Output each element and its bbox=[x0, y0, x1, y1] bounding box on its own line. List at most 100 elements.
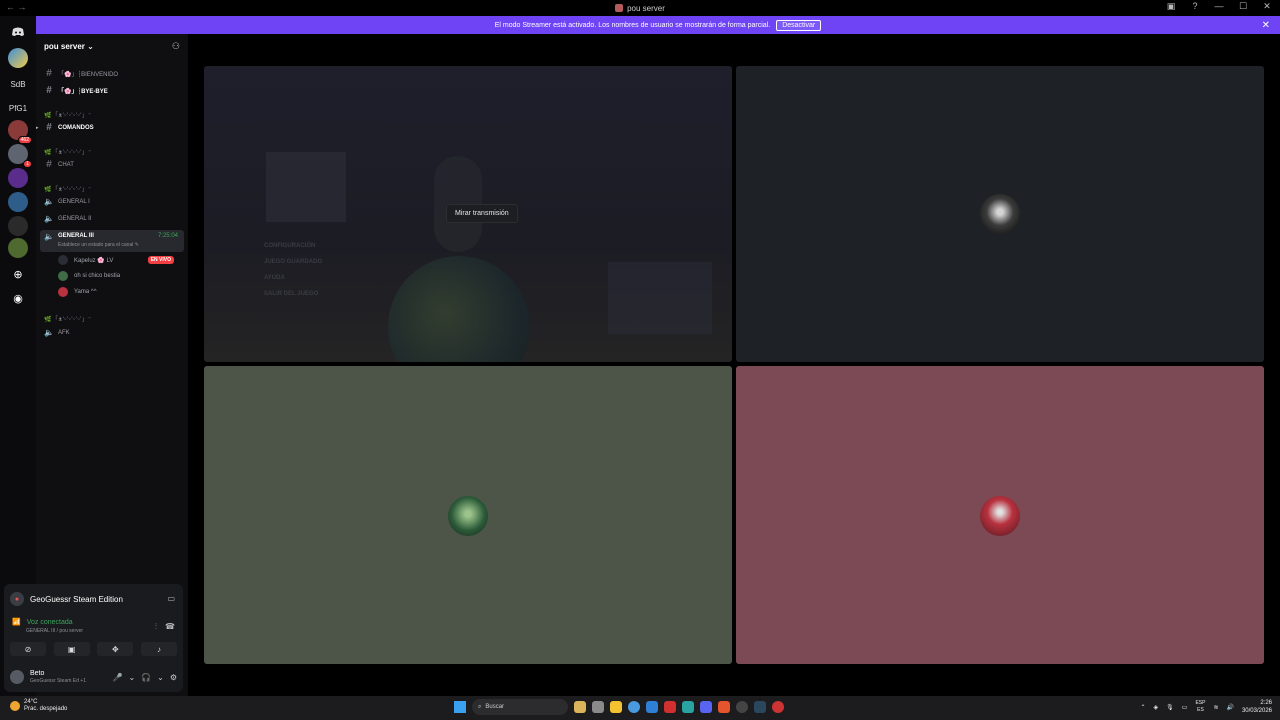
participant-avatar bbox=[980, 194, 1020, 234]
activities-button[interactable]: ✥ bbox=[97, 642, 134, 656]
avatar bbox=[58, 287, 68, 297]
watch-stream-button[interactable]: Mirar transmisión bbox=[446, 204, 518, 223]
geoguessr-icon[interactable] bbox=[772, 701, 784, 713]
discover-icon[interactable]: ◉ bbox=[8, 288, 28, 308]
app-icon[interactable] bbox=[664, 701, 676, 713]
nav-arrows[interactable]: ← → bbox=[6, 2, 27, 12]
file-explorer-icon[interactable] bbox=[610, 701, 622, 713]
voice-channel-afk[interactable]: 🔈 AFK bbox=[36, 328, 188, 337]
mention-badge: 462 bbox=[17, 136, 32, 144]
voice-controls: ⫶ ☎ bbox=[155, 622, 175, 632]
voice-status[interactable]: 📶 Voz conectada bbox=[12, 618, 83, 627]
camera-off-button[interactable]: ⊘ bbox=[10, 642, 46, 656]
activity-row[interactable]: ● GeoGuessr Steam Edition bbox=[10, 592, 123, 606]
inbox-icon[interactable]: ▣ bbox=[1164, 1, 1178, 12]
task-view-icon[interactable] bbox=[592, 701, 604, 713]
speaker-icon: 🔈 bbox=[44, 328, 54, 337]
keyboard-code: ES bbox=[1197, 707, 1204, 713]
current-user[interactable]: Beto GeoGuessr Steam Ed +1 🎤 ⌄ 🎧 ⌄ ⚙ bbox=[10, 668, 177, 686]
server-sdb[interactable]: SdB bbox=[8, 74, 28, 94]
channel-comandos[interactable]: ▸ # COMANDOS bbox=[36, 122, 188, 133]
discord-home-icon[interactable] bbox=[8, 22, 28, 42]
edge-icon[interactable] bbox=[646, 701, 658, 713]
brave-icon[interactable] bbox=[718, 701, 730, 713]
voice-channel-general2[interactable]: 🔈 GENERAL II bbox=[36, 214, 188, 223]
noise-suppression-icon[interactable]: ⫶ bbox=[155, 622, 157, 632]
volume-icon[interactable]: 🔊 bbox=[1226, 704, 1233, 711]
server-icon-8[interactable] bbox=[8, 216, 28, 236]
server-icon-1[interactable] bbox=[8, 48, 28, 68]
chevron-down-icon[interactable]: ⌄ bbox=[157, 673, 164, 682]
speaker-icon: 🔈 bbox=[44, 197, 54, 206]
server-pfg1[interactable]: PfG1 bbox=[8, 98, 28, 118]
voice-connection: 📶 Voz conectada GENERAL III / pou server bbox=[12, 618, 83, 635]
chevron-up-icon[interactable]: ⌃ bbox=[1140, 704, 1145, 711]
avatar bbox=[58, 255, 68, 265]
server-icon-6[interactable] bbox=[8, 168, 28, 188]
voice-user-yama[interactable]: Yama ^^ bbox=[58, 285, 182, 299]
share-screen-icon[interactable]: ▭ bbox=[167, 594, 175, 603]
discord-icon[interactable] bbox=[700, 701, 712, 713]
voice-user-name: oh si chico bestia bbox=[74, 273, 121, 279]
chrome-icon[interactable] bbox=[628, 701, 640, 713]
hash-icon: # bbox=[46, 159, 52, 170]
headphones-icon[interactable]: 🎧 bbox=[141, 673, 151, 682]
close-window-button[interactable]: ✕ bbox=[1260, 1, 1274, 12]
channel-bienvenido[interactable]: # 「🌸」┆BIENVENIDO bbox=[36, 68, 188, 79]
add-server-icon[interactable]: ⊕ bbox=[8, 264, 28, 284]
category-3[interactable]: 🌿「ᴥ'ᵕ'ᵕ'ᵕ'ᵕ'」ᵔ bbox=[44, 184, 91, 193]
server-icon-9[interactable] bbox=[8, 238, 28, 258]
minimize-button[interactable]: — bbox=[1212, 1, 1226, 12]
app-icon[interactable] bbox=[736, 701, 748, 713]
soundboard-button[interactable]: ♪ bbox=[140, 642, 177, 656]
weather-widget[interactable]: 24°C Prac. despejado bbox=[10, 699, 67, 713]
steam-icon[interactable] bbox=[754, 701, 766, 713]
category-4[interactable]: 🌿「ᴥ'ᵕ'ᵕ'ᵕ'ᵕ'」ᵔ bbox=[44, 314, 91, 323]
voice-user-kapeluz[interactable]: Kapeluz 🌸 LV EN VIVO bbox=[58, 253, 182, 267]
participant-tile-3[interactable] bbox=[736, 366, 1264, 664]
server-header[interactable]: pou server ⌄ ⚇ bbox=[36, 34, 188, 58]
tray-icon[interactable]: ◈ bbox=[1154, 704, 1159, 711]
screen-share-button[interactable]: ▣ bbox=[53, 642, 90, 656]
stream-preview-globe bbox=[388, 256, 530, 362]
mic-icon[interactable]: 🎤 bbox=[112, 673, 122, 682]
server-icon-7[interactable] bbox=[8, 192, 28, 212]
hash-icon: # bbox=[46, 122, 52, 133]
widgets-icon[interactable] bbox=[574, 701, 586, 713]
channel-status[interactable]: Establece un estado para el canal ✎ bbox=[58, 242, 139, 248]
wifi-icon[interactable]: ≋ bbox=[1213, 704, 1218, 711]
server-icon-5[interactable]: 1 bbox=[8, 144, 32, 168]
user-name: Beto bbox=[30, 670, 45, 677]
channel-bye[interactable]: # 「🌸」┆BYE-BYE bbox=[36, 85, 188, 96]
start-icon[interactable] bbox=[454, 701, 466, 713]
channel-chat[interactable]: # CHAT bbox=[36, 159, 188, 170]
category-1[interactable]: 🌿「ᴥ'ᵕ'ᵕ'ᵕ'ᵕ'」ᵔ bbox=[44, 110, 91, 119]
search-box[interactable]: ⌕ Buscar bbox=[472, 699, 568, 715]
settings-icon[interactable]: ⚙ bbox=[170, 673, 177, 682]
participant-tile-2[interactable] bbox=[204, 366, 732, 664]
disconnect-icon[interactable]: ☎ bbox=[165, 622, 175, 632]
app-icon[interactable] bbox=[682, 701, 694, 713]
disable-streamer-button[interactable]: Desactivar bbox=[776, 19, 822, 31]
window-title-text: pou server bbox=[627, 3, 665, 13]
speaker-icon: 🔈 bbox=[44, 232, 54, 241]
close-banner-icon[interactable]: ✕ bbox=[1262, 20, 1270, 31]
participant-tile-1[interactable] bbox=[736, 66, 1264, 362]
clock[interactable]: 2:26 30/03/2026 bbox=[1242, 699, 1272, 715]
title-bar: ← → pou server ▣ ? — ☐ ✕ bbox=[0, 0, 1280, 16]
voice-channel-general3[interactable]: 🔈 GENERAL III 7:25:04 Establece un estad… bbox=[40, 230, 184, 252]
taskbar: 24°C Prac. despejado ⌕ Buscar ⌃ ◈ 🎙 ▭ ES… bbox=[0, 696, 1280, 720]
voice-channel-general1[interactable]: 🔈 GENERAL I bbox=[36, 197, 188, 206]
folder-icon[interactable]: ▭ bbox=[1182, 704, 1188, 711]
server-pou[interactable]: 462 bbox=[8, 120, 32, 144]
help-icon[interactable]: ? bbox=[1188, 1, 1202, 12]
chevron-down-icon[interactable]: ⌄ bbox=[128, 673, 135, 682]
voice-user-chico[interactable]: oh si chico bestia bbox=[58, 269, 182, 283]
stream-tile-kapeluz[interactable]: CONFIGURACIÓN JUEGO GUARDADO AYUDA SALIR… bbox=[204, 66, 732, 362]
mic-icon[interactable]: 🎙 bbox=[1166, 704, 1174, 711]
invite-icon[interactable]: ⚇ bbox=[172, 41, 180, 52]
maximize-button[interactable]: ☐ bbox=[1236, 1, 1250, 12]
category-2[interactable]: 🌿「ᴥ'ᵕ'ᵕ'ᵕ'ᵕ'」ᵔ bbox=[44, 147, 91, 156]
live-badge: EN VIVO bbox=[147, 256, 174, 264]
language-indicator[interactable]: ESP ES bbox=[1195, 700, 1205, 714]
